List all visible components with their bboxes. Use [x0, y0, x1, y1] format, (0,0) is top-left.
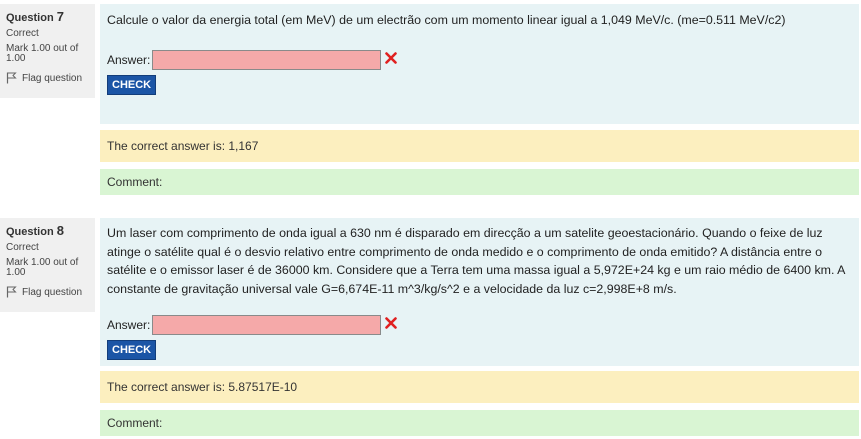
question-grade: Mark 1.00 out of 1.00	[6, 43, 79, 64]
answer-row: Answer:	[107, 49, 851, 70]
question-grade: Mark 1.00 out of 1.00	[6, 257, 79, 278]
question-text: Calcule o valor da energia total (em MeV…	[107, 13, 786, 27]
check-button[interactable]: CHECK	[107, 74, 157, 95]
flag-question-label: Flag question	[22, 72, 83, 84]
correct-answer-text: The correct answer is: 1,167	[107, 139, 259, 153]
incorrect-x-icon	[385, 51, 398, 69]
comment-box: Comment:	[100, 169, 859, 195]
answer-input[interactable]	[152, 315, 382, 335]
question-number: Question 8	[6, 224, 95, 239]
flag-outline-icon	[6, 72, 17, 84]
incorrect-x-icon	[385, 316, 398, 334]
comment-label: Comment:	[107, 416, 163, 430]
question-info: Question 7 Correct Mark 1.00 out of 1.00…	[0, 4, 95, 98]
question-number-value: 7	[56, 9, 64, 24]
flag-question-label: Flag question	[22, 286, 83, 298]
correct-answer-text: The correct answer is: 5.87517E-10	[107, 380, 298, 394]
answer-row: Answer:	[107, 315, 851, 335]
question-formulation: Um laser com comprimento de onda igual a…	[100, 218, 859, 366]
correct-answer-feedback: The correct answer is: 5.87517E-10	[100, 371, 859, 403]
question-formulation: Calcule o valor da energia total (em MeV…	[100, 4, 859, 124]
comment-label: Comment:	[107, 175, 163, 189]
question-number-value: 8	[56, 223, 64, 238]
answer-input[interactable]	[152, 49, 382, 70]
question-state: Correct	[6, 242, 39, 253]
answer-label: Answer:	[107, 52, 151, 67]
flag-question-toggle[interactable]: Flag question	[6, 72, 95, 84]
question-text: Um laser com comprimento de onda igual a…	[107, 226, 845, 296]
question-state: Correct	[6, 28, 39, 39]
question-label: Question	[6, 12, 54, 24]
question-label: Question	[6, 226, 54, 238]
question-info: Question 8 Correct Mark 1.00 out of 1.00…	[0, 218, 95, 312]
comment-box: Comment:	[100, 410, 859, 436]
flag-outline-icon	[6, 286, 17, 298]
flag-question-toggle[interactable]: Flag question	[6, 286, 95, 298]
correct-answer-feedback: The correct answer is: 1,167	[100, 130, 859, 162]
question-number: Question 7	[6, 10, 95, 25]
answer-label: Answer:	[107, 318, 151, 332]
check-button[interactable]: CHECK	[107, 340, 157, 360]
